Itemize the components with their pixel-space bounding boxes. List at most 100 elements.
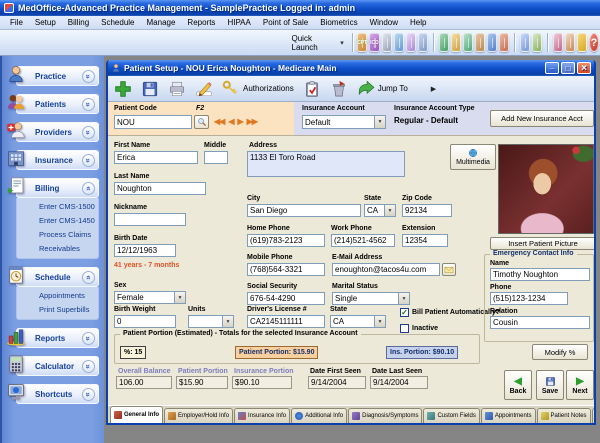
extension-input[interactable] [402, 234, 448, 247]
folder-settings-icon[interactable] [463, 33, 473, 52]
arrow-right-icon [576, 376, 584, 387]
add-new-insurance-acct-button[interactable]: Add New Insurance Acct [490, 110, 594, 127]
chevron-down-icon[interactable] [82, 154, 95, 167]
charges-icon[interactable] [451, 33, 461, 52]
next-record-button[interactable]: ▶ [237, 117, 242, 126]
modify-percent-button[interactable]: Modify % [532, 344, 588, 360]
terminal-icon[interactable] [565, 33, 575, 52]
drivers-license-input[interactable] [247, 315, 325, 328]
sidebar-item-enter-cms-1450[interactable]: Enter CMS-1450 [39, 216, 98, 225]
tab-insurance-info[interactable]: Insurance Info [234, 408, 290, 423]
facility-icon[interactable] [418, 33, 428, 52]
last-record-button[interactable]: ▶▶ [247, 117, 257, 126]
chevron-up-icon[interactable] [82, 271, 95, 284]
minimize-button[interactable] [545, 62, 559, 74]
work-phone-input[interactable] [331, 234, 395, 247]
tab-patient-notes[interactable]: Patient Notes [537, 408, 591, 423]
cpt-codes-icon[interactable] [357, 33, 367, 52]
next-button[interactable]: Next [566, 370, 594, 400]
patient-id-card-icon[interactable] [382, 33, 392, 52]
previous-record-button[interactable]: ◀ [228, 117, 233, 126]
middle-input[interactable] [204, 151, 228, 164]
menu-window[interactable]: Window [364, 17, 404, 28]
certifications-icon[interactable] [406, 33, 416, 52]
chevron-down-icon[interactable] [82, 126, 95, 139]
patient-search-button[interactable] [194, 115, 209, 129]
workstation-icon[interactable] [487, 33, 497, 52]
emergency-name-input[interactable] [490, 268, 590, 281]
statistics-icon[interactable] [553, 33, 563, 52]
sidebar-item-appointments[interactable]: Appointments [39, 291, 98, 300]
inactive-checkbox[interactable]: Inactive [400, 324, 438, 333]
tab-employer-hold-info[interactable]: Employer/Hold Info [164, 408, 233, 423]
help-icon[interactable] [589, 33, 599, 52]
close-button[interactable] [577, 62, 591, 74]
save-button[interactable]: Save [536, 370, 564, 400]
sidebar-item-process-claims[interactable]: Process Claims [39, 230, 98, 239]
home-phone-input[interactable] [247, 234, 325, 247]
multimedia-button[interactable]: Multimedia [450, 144, 496, 170]
chevron-down-icon[interactable] [82, 70, 95, 83]
calendar-tasks-icon[interactable] [532, 33, 542, 52]
first-name-input[interactable] [114, 151, 198, 164]
shortcuts-icon [5, 382, 29, 404]
tasks-button[interactable] [303, 80, 321, 98]
overall-balance-label: Overall Balance [118, 368, 171, 375]
emergency-relation-input[interactable] [490, 316, 590, 329]
patient-records-icon[interactable] [475, 33, 485, 52]
toolbar-expander-icon[interactable] [431, 85, 436, 93]
sex-select[interactable]: Female [114, 291, 186, 304]
maximize-button[interactable] [561, 62, 575, 74]
first-record-button[interactable]: ◀◀ [214, 117, 224, 126]
sidebar-item-receivables[interactable]: Receivables [39, 244, 98, 253]
tab-custom-fields[interactable]: Custom Fields [423, 408, 479, 423]
city-input[interactable] [247, 204, 361, 217]
state-select[interactable]: CA [364, 204, 396, 217]
tab-additional-info[interactable]: Additional Info [291, 408, 347, 423]
scheduled-reports-icon[interactable] [520, 33, 530, 52]
chevron-down-icon[interactable] [82, 332, 95, 345]
email-button[interactable] [442, 263, 456, 276]
icd-codes-icon[interactable] [369, 33, 379, 52]
tab-general-info[interactable]: General Info [110, 406, 163, 423]
patient-code-input[interactable] [114, 115, 192, 129]
tab-misc[interactable]: Misc [592, 408, 594, 423]
tab-appointments[interactable]: Appointments [481, 408, 536, 423]
mobile-phone-input[interactable] [247, 263, 325, 276]
transmit-claims-icon[interactable] [439, 33, 449, 52]
provider-report-icon[interactable] [499, 33, 509, 52]
emergency-phone-input[interactable] [490, 292, 568, 305]
security-lock-icon[interactable] [577, 33, 587, 52]
last-name-input[interactable] [114, 182, 206, 195]
chevron-up-icon[interactable] [82, 182, 95, 195]
sidebar-item-print-superbills[interactable]: Print Superbills [39, 305, 98, 314]
menu-help[interactable]: Help [404, 17, 432, 28]
marital-status-select[interactable]: Single [332, 292, 410, 305]
zip-code-input[interactable] [402, 204, 452, 217]
units-select[interactable] [188, 315, 234, 328]
delete-button[interactable] [330, 80, 348, 98]
print-button[interactable] [168, 80, 186, 98]
authorizations-button[interactable]: Authorizations [222, 80, 294, 98]
jump-to-button[interactable]: Jump To [357, 80, 408, 98]
chevron-down-icon[interactable] [82, 98, 95, 111]
birth-weight-input[interactable] [114, 315, 176, 328]
insert-patient-picture-button[interactable]: Insert Patient Picture [490, 237, 596, 250]
license-state-select[interactable]: CA [330, 315, 386, 328]
add-patient-button[interactable] [114, 80, 132, 98]
social-security-input[interactable] [247, 292, 325, 305]
address-input[interactable]: 1133 El Toro Road [247, 151, 405, 177]
insurance-account-select[interactable]: Default [302, 115, 386, 129]
sidebar-item-enter-cms-1500[interactable]: Enter CMS-1500 [39, 202, 98, 211]
email-input[interactable] [332, 263, 440, 276]
chevron-down-icon[interactable] [82, 388, 95, 401]
tab-diagnosis-symptoms[interactable]: Diagnosis/Symptoms [348, 408, 422, 423]
edit-button[interactable] [195, 80, 213, 98]
chevron-down-icon[interactable] [82, 360, 95, 373]
save-patient-button[interactable] [141, 80, 159, 98]
back-button[interactable]: Back [504, 370, 532, 400]
nickname-input[interactable] [114, 213, 186, 226]
lab-computer-icon[interactable] [394, 33, 404, 52]
insurance-account-type-label: Insurance Account Type [394, 105, 475, 112]
birth-date-input[interactable] [114, 244, 176, 257]
